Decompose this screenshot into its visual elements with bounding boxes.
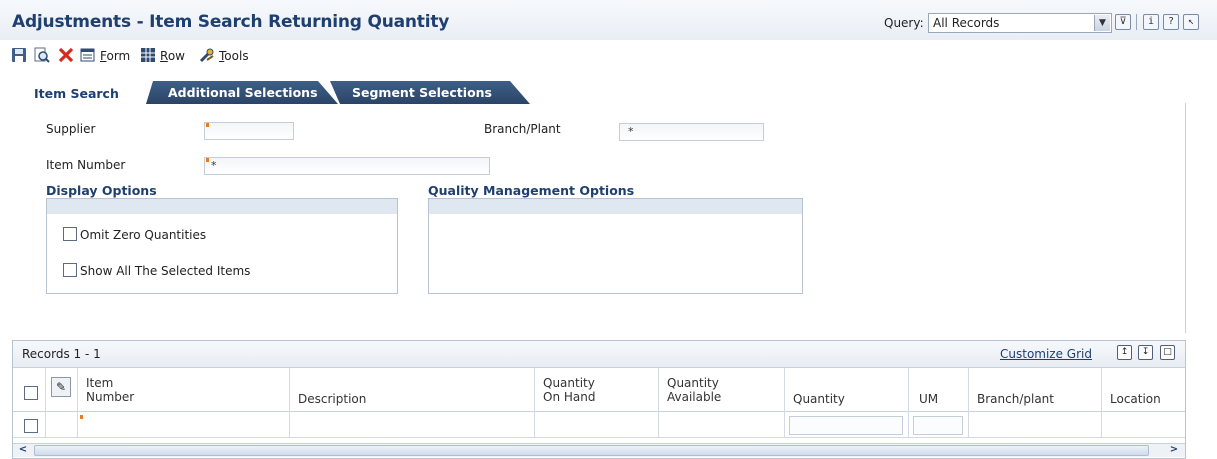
row-select-checkbox[interactable] xyxy=(24,419,38,433)
um-cell-input[interactable] xyxy=(913,416,963,435)
row-menu-icon[interactable] xyxy=(140,47,156,63)
form-menu-icon[interactable] xyxy=(80,47,96,63)
tools-menu-icon[interactable] xyxy=(199,47,215,63)
branch-plant-label: Branch/Plant xyxy=(484,122,561,136)
column-header-item-number[interactable]: Item Number xyxy=(86,376,134,404)
scroll-left-icon[interactable]: < xyxy=(15,444,31,457)
row-menu[interactable]: Row xyxy=(160,49,185,63)
whats-this-icon[interactable]: ↖ xyxy=(1183,14,1199,30)
column-header-location[interactable]: Location xyxy=(1110,392,1161,406)
supplier-label: Supplier xyxy=(46,122,96,136)
select-all-checkbox[interactable] xyxy=(24,386,38,400)
required-marker xyxy=(206,158,209,162)
tab-item-search[interactable]: Item Search xyxy=(20,82,146,104)
scrollbar-thumb[interactable] xyxy=(34,445,1149,456)
omit-zero-quantities-checkbox[interactable] xyxy=(63,227,77,241)
supplier-field[interactable] xyxy=(204,122,294,140)
column-header-um[interactable]: UM xyxy=(919,392,938,406)
tools-menu[interactable]: Tools xyxy=(219,49,249,63)
save-icon[interactable] xyxy=(11,47,27,63)
query-select[interactable]: All Records ▼ xyxy=(928,13,1112,33)
row-attachment-icon: ✎ xyxy=(51,377,71,397)
item-number-value: * xyxy=(211,159,217,172)
column-header-quantity[interactable]: Quantity xyxy=(793,392,845,406)
customize-grid-link[interactable]: Customize Grid xyxy=(1000,347,1092,361)
tab-segment-selections[interactable]: Segment Selections xyxy=(330,81,530,104)
item-number-field[interactable]: * xyxy=(204,157,490,175)
quantity-cell-input[interactable] xyxy=(789,416,903,435)
find-icon[interactable] xyxy=(34,47,50,63)
omit-zero-quantities-label: Omit Zero Quantities xyxy=(80,228,207,242)
column-header-branch-plant[interactable]: Branch/plant xyxy=(977,392,1054,406)
branch-plant-value: * xyxy=(628,125,634,138)
maximize-icon[interactable]: □ xyxy=(1160,345,1175,360)
display-options-group xyxy=(46,198,398,294)
form-menu[interactable]: Form xyxy=(100,49,130,63)
filter-icon[interactable]: ⊽ xyxy=(1115,14,1131,30)
page-title: Adjustments - Item Search Returning Quan… xyxy=(12,12,450,32)
tab-additional-selections[interactable]: Additional Selections xyxy=(146,81,338,104)
item-number-label: Item Number xyxy=(46,158,126,172)
quality-management-options-group xyxy=(428,198,803,294)
column-header-quantity-on-hand[interactable]: Quantity On Hand xyxy=(543,376,595,404)
import-icon[interactable]: ↧ xyxy=(1138,345,1153,360)
scroll-right-icon[interactable]: > xyxy=(1166,444,1182,457)
query-label: Query: xyxy=(884,16,924,30)
quality-management-options-title: Quality Management Options xyxy=(428,183,635,198)
display-options-title: Display Options xyxy=(46,183,157,198)
divider xyxy=(1136,14,1137,30)
delete-icon[interactable] xyxy=(58,47,74,63)
records-count: Records 1 - 1 xyxy=(22,347,101,361)
branch-plant-field[interactable]: * xyxy=(619,123,764,141)
show-all-selected-items-label: Show All The Selected Items xyxy=(80,264,251,278)
chevron-down-icon[interactable]: ▼ xyxy=(1094,15,1110,31)
required-marker xyxy=(206,123,209,127)
column-header-quantity-available[interactable]: Quantity Available xyxy=(667,376,721,404)
required-marker xyxy=(80,415,83,419)
export-icon[interactable]: ↥ xyxy=(1117,345,1132,360)
show-all-selected-items-checkbox[interactable] xyxy=(63,263,77,277)
query-select-value: All Records xyxy=(933,16,1000,30)
help-icon[interactable]: ? xyxy=(1163,14,1179,30)
table-row xyxy=(13,412,1185,438)
column-header-description[interactable]: Description xyxy=(298,392,366,406)
info-icon[interactable]: i xyxy=(1143,14,1159,30)
